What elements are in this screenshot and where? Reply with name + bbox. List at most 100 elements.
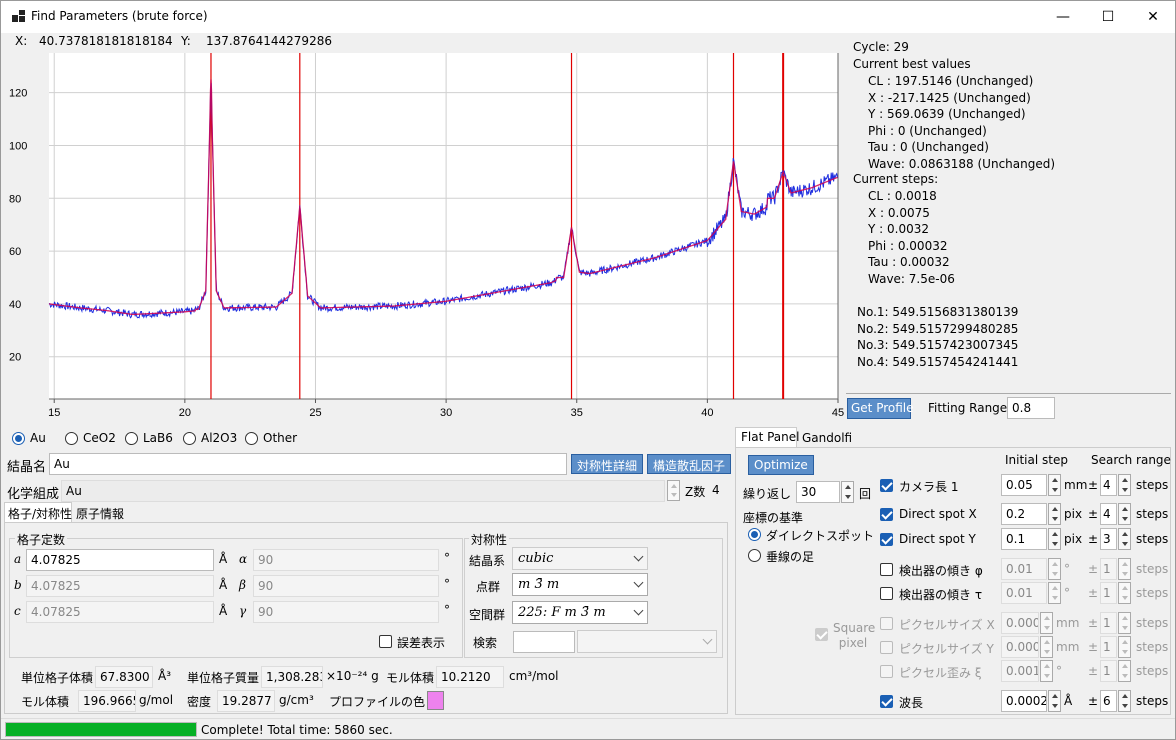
space-group-select[interactable]: 225: F m 3̄ m <box>512 601 648 624</box>
search-input[interactable] <box>513 631 575 653</box>
cell-mass-value[interactable]: 1,308.2834 <box>261 666 323 688</box>
search-range-input[interactable]: 4 <box>1100 503 1117 525</box>
initial-step-input[interactable]: 0.2 <box>1001 503 1047 525</box>
get-profile-button[interactable]: Get Profile <box>847 398 914 419</box>
tab-atoms[interactable]: 原子情報 <box>72 504 140 522</box>
search-range-spinner[interactable] <box>1118 690 1131 712</box>
square-pixel-checkbox[interactable] <box>815 628 828 641</box>
basis-perpendicular-radio[interactable] <box>748 549 761 562</box>
chevron-down-icon <box>633 551 644 562</box>
search-range-input[interactable]: 3 <box>1100 528 1117 550</box>
param-checkbox[interactable] <box>880 479 893 492</box>
tab-lattice[interactable]: 格子/対称性 <box>4 502 72 522</box>
repeat-input[interactable]: 30 <box>796 481 840 503</box>
search-range-spinner[interactable] <box>1118 660 1131 682</box>
param-checkbox[interactable] <box>880 563 893 576</box>
search-range-spinner[interactable] <box>1118 528 1131 550</box>
search-range-input[interactable]: 1 <box>1100 636 1117 658</box>
formula-spinner[interactable] <box>667 480 680 501</box>
initial-step-spinner[interactable] <box>1048 558 1061 580</box>
minimize-button[interactable]: — <box>1041 1 1085 33</box>
search-range-input[interactable]: 4 <box>1100 474 1117 496</box>
y-tick-label: 60 <box>9 246 21 258</box>
search-range-input[interactable]: 1 <box>1100 660 1117 682</box>
material-radio-au[interactable] <box>12 432 25 445</box>
search-range-input[interactable]: 1 <box>1100 612 1117 634</box>
c-input[interactable]: 4.07825 <box>26 601 214 623</box>
profile-color-swatch[interactable] <box>427 691 444 710</box>
initial-step-input[interactable]: 0.01 <box>1001 558 1047 580</box>
material-radio-ceo2[interactable] <box>65 432 78 445</box>
search-result-select[interactable] <box>577 630 717 653</box>
initial-step-input[interactable]: 0.05 <box>1001 474 1047 496</box>
material-radio-other[interactable] <box>245 432 258 445</box>
initial-step-spinner[interactable] <box>1048 528 1061 550</box>
initial-step-input[interactable]: 0.1 <box>1001 528 1047 550</box>
search-range-input[interactable]: 1 <box>1100 582 1117 604</box>
crystal-system-select[interactable]: cubic <box>512 547 648 570</box>
optimize-button[interactable]: Optimize <box>748 455 814 475</box>
initial-step-input[interactable]: 0.0001 <box>1001 636 1039 658</box>
initial-step-input[interactable]: 0.0001 <box>1001 612 1039 634</box>
alpha-input[interactable]: 90 <box>253 549 439 571</box>
material-radio-al2o3[interactable] <box>183 432 196 445</box>
tab-flat-panel[interactable]: Flat Panel <box>735 427 799 447</box>
fitting-range-input[interactable]: 0.8 <box>1007 397 1055 419</box>
search-range-spinner[interactable] <box>1118 582 1131 604</box>
gamma-input[interactable]: 90 <box>253 601 439 623</box>
search-range-spinner[interactable] <box>1118 558 1131 580</box>
tab-gandolfi[interactable]: Gandolfi <box>797 429 857 447</box>
maximize-button[interactable]: ☐ <box>1086 1 1130 33</box>
window-title: Find Parameters (brute force) <box>31 9 208 23</box>
close-button[interactable]: ✕ <box>1131 1 1175 33</box>
param-checkbox[interactable] <box>880 641 893 654</box>
initial-step-input[interactable]: 0.01 <box>1001 582 1047 604</box>
search-range-spinner[interactable] <box>1118 503 1131 525</box>
formula-input[interactable]: Au <box>61 480 665 502</box>
initial-step-spinner[interactable] <box>1040 660 1053 682</box>
material-radio-lab6[interactable] <box>125 432 138 445</box>
param-checkbox[interactable] <box>880 508 893 521</box>
search-range-spinner[interactable] <box>1118 636 1131 658</box>
molar-mass-value[interactable]: 196.9665 <box>78 690 136 712</box>
plus-minus: ± <box>1088 694 1099 708</box>
beta-unit: ° <box>444 577 450 591</box>
gamma-unit: ° <box>444 603 450 617</box>
initial-step-input[interactable]: 0.001 <box>1001 660 1039 682</box>
repeat-spinner[interactable] <box>841 481 854 503</box>
structure-factor-button[interactable]: 構造散乱因子 <box>647 454 732 474</box>
lattice-title: 格子定数 <box>15 531 68 548</box>
chevron-down-icon <box>702 634 713 645</box>
param-checkbox[interactable] <box>880 587 893 600</box>
param-checkbox[interactable] <box>880 533 893 546</box>
a-input[interactable]: 4.07825 <box>26 549 214 571</box>
param-checkbox[interactable] <box>880 617 893 630</box>
initial-step-input[interactable]: 0.0002 <box>1001 690 1047 712</box>
crystal-name-input[interactable]: Au <box>49 453 567 475</box>
param-checkbox[interactable] <box>880 665 893 678</box>
symmetry-detail-button[interactable]: 対称性詳細 <box>571 454 644 474</box>
basis-direct-spot-radio[interactable] <box>748 528 761 541</box>
search-range-input[interactable]: 1 <box>1100 558 1117 580</box>
search-range-spinner[interactable] <box>1118 474 1131 496</box>
param-checkbox[interactable] <box>880 695 893 708</box>
title-bar[interactable]: Find Parameters (brute force) — ☐ ✕ <box>1 1 1175 33</box>
b-input[interactable]: 4.07825 <box>26 575 214 597</box>
initial-step-spinner[interactable] <box>1048 582 1061 604</box>
error-display-checkbox[interactable] <box>379 635 392 648</box>
molar-volume-value[interactable]: 10.2120 <box>436 666 504 688</box>
plus-minus: ± <box>1088 616 1099 630</box>
initial-step-spinner[interactable] <box>1048 690 1061 712</box>
best-value-line: Wave: 0.0863188 (Unchanged) <box>868 156 1056 171</box>
initial-step-spinner[interactable] <box>1040 612 1053 634</box>
cell-volume-value[interactable]: 67.8300 <box>95 666 153 688</box>
initial-step-spinner[interactable] <box>1048 474 1061 496</box>
search-range-spinner[interactable] <box>1118 612 1131 634</box>
search-range-input[interactable]: 6 <box>1100 690 1117 712</box>
beta-input[interactable]: 90 <box>253 575 439 597</box>
initial-step-spinner[interactable] <box>1048 503 1061 525</box>
initial-step-spinner[interactable] <box>1040 636 1053 658</box>
density-value[interactable]: 19.2877 <box>217 690 275 712</box>
profile-chart[interactable]: 15 20 25 30 35 40 45 20 40 60 80 100 120 <box>1 50 846 422</box>
point-group-select[interactable]: m 3̄ m <box>512 573 648 596</box>
